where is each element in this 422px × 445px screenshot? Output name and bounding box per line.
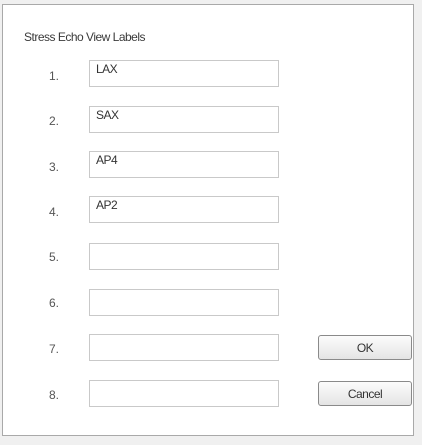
row-number-8: 8.	[49, 388, 60, 402]
row-number-4: 4.	[49, 205, 60, 219]
view-label-field-7[interactable]	[89, 334, 279, 361]
row-number-6: 6.	[49, 296, 60, 310]
view-label-field-6[interactable]	[89, 289, 279, 316]
view-label-field-1[interactable]	[89, 60, 279, 87]
row-number-3: 3.	[49, 160, 60, 174]
view-label-field-3[interactable]	[89, 151, 279, 178]
view-labels-dialog: Stress Echo View Labels 1. 2. 3. 4. 5. 6…	[2, 4, 414, 436]
view-label-field-4[interactable]	[89, 196, 279, 223]
ok-button[interactable]: OK	[318, 335, 412, 360]
row-number-7: 7.	[49, 342, 60, 356]
row-number-1: 1.	[49, 69, 60, 83]
view-label-field-5[interactable]	[89, 243, 279, 270]
row-number-2: 2.	[49, 114, 60, 128]
row-number-5: 5.	[49, 250, 60, 264]
view-label-field-8[interactable]	[89, 380, 279, 407]
cancel-button[interactable]: Cancel	[318, 381, 412, 406]
dialog-title: Stress Echo View Labels	[24, 30, 146, 44]
view-label-field-2[interactable]	[89, 106, 279, 133]
